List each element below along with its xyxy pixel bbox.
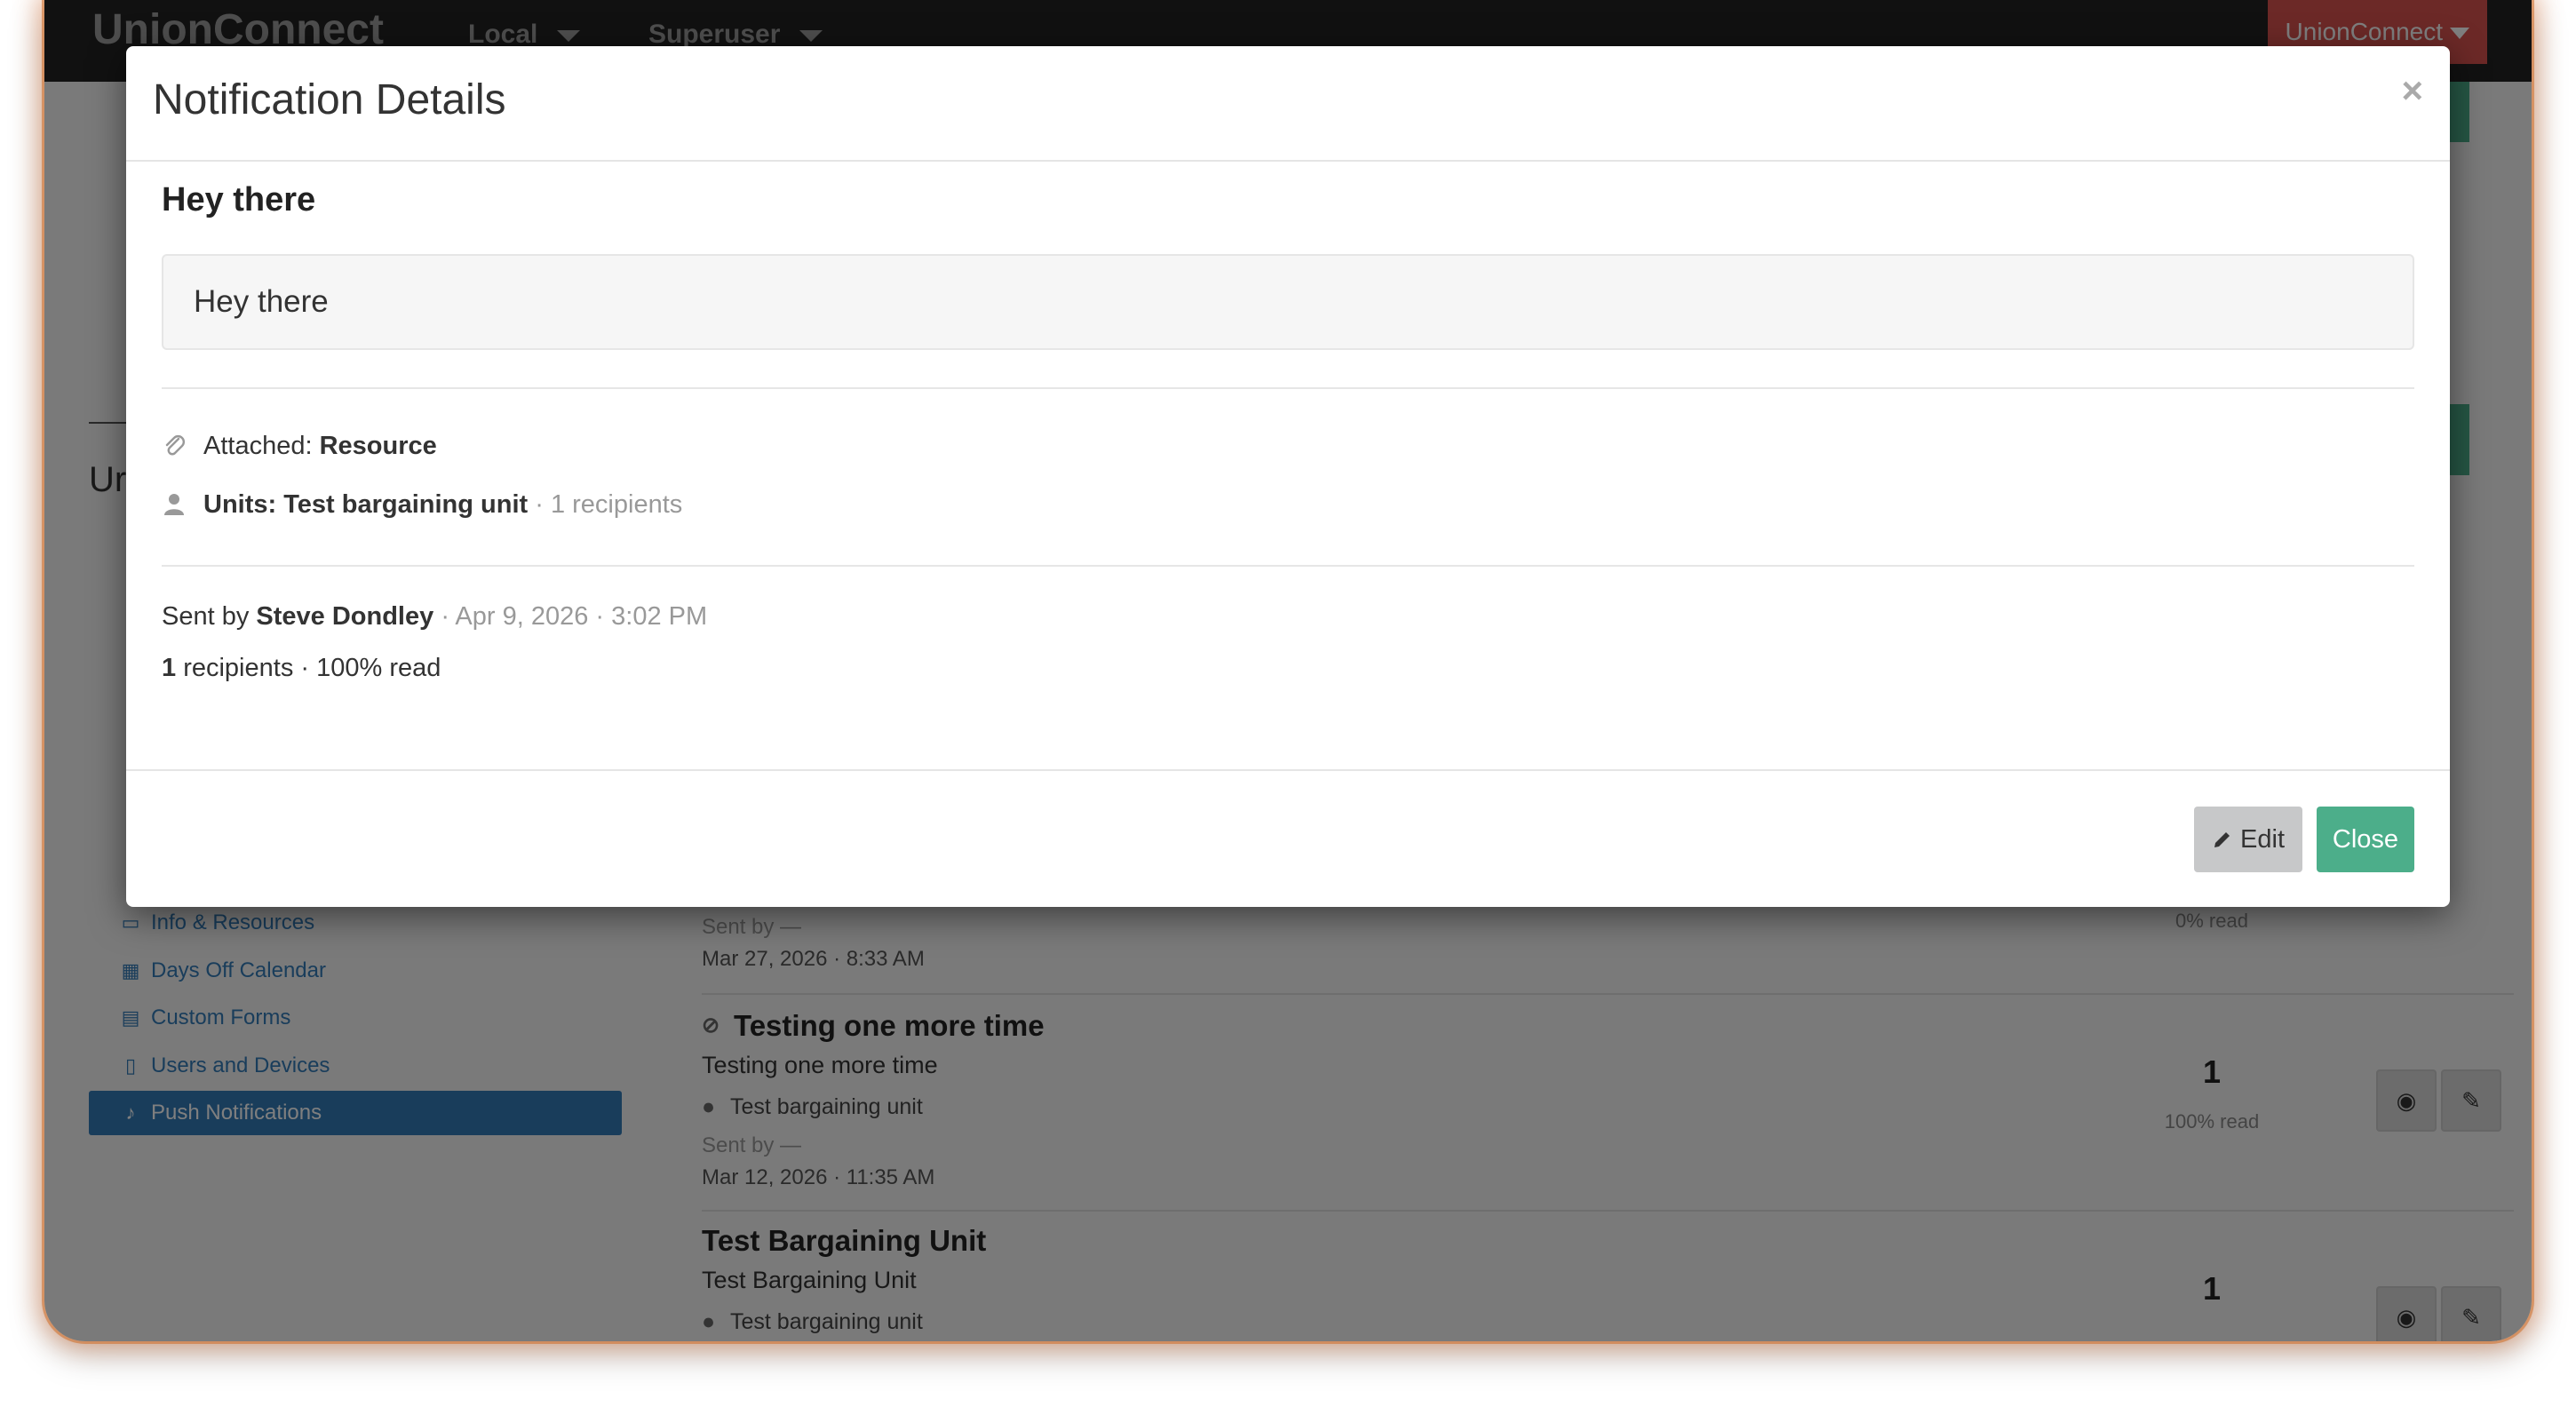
- close-button[interactable]: Close: [2317, 807, 2414, 872]
- paperclip-icon: [162, 433, 187, 458]
- modal-title: Notification Details: [153, 76, 506, 123]
- notification-details-modal: Notification Details × Hey there Hey the…: [126, 46, 2450, 907]
- pencil-icon: [2214, 832, 2230, 847]
- attachment-name[interactable]: Resource: [320, 432, 437, 460]
- divider: [162, 387, 2414, 389]
- sent-date: · Apr 9, 2026 · 3:02 PM: [441, 602, 708, 631]
- modal-header: Notification Details ×: [126, 46, 2450, 162]
- sent-by-line: Sent by Steve Dondley · Apr 9, 2026 · 3:…: [162, 602, 708, 631]
- user-icon: [162, 492, 187, 517]
- edit-button[interactable]: Edit: [2194, 807, 2302, 872]
- modal-footer-divider: [126, 769, 2450, 771]
- sender-name: Steve Dondley: [256, 602, 434, 631]
- close-icon[interactable]: ×: [2401, 69, 2423, 112]
- read-stats: 1 recipients · 100% read: [162, 654, 441, 682]
- divider: [162, 565, 2414, 567]
- message-title: Hey there: [162, 181, 316, 219]
- message-body: Hey there: [162, 254, 2414, 350]
